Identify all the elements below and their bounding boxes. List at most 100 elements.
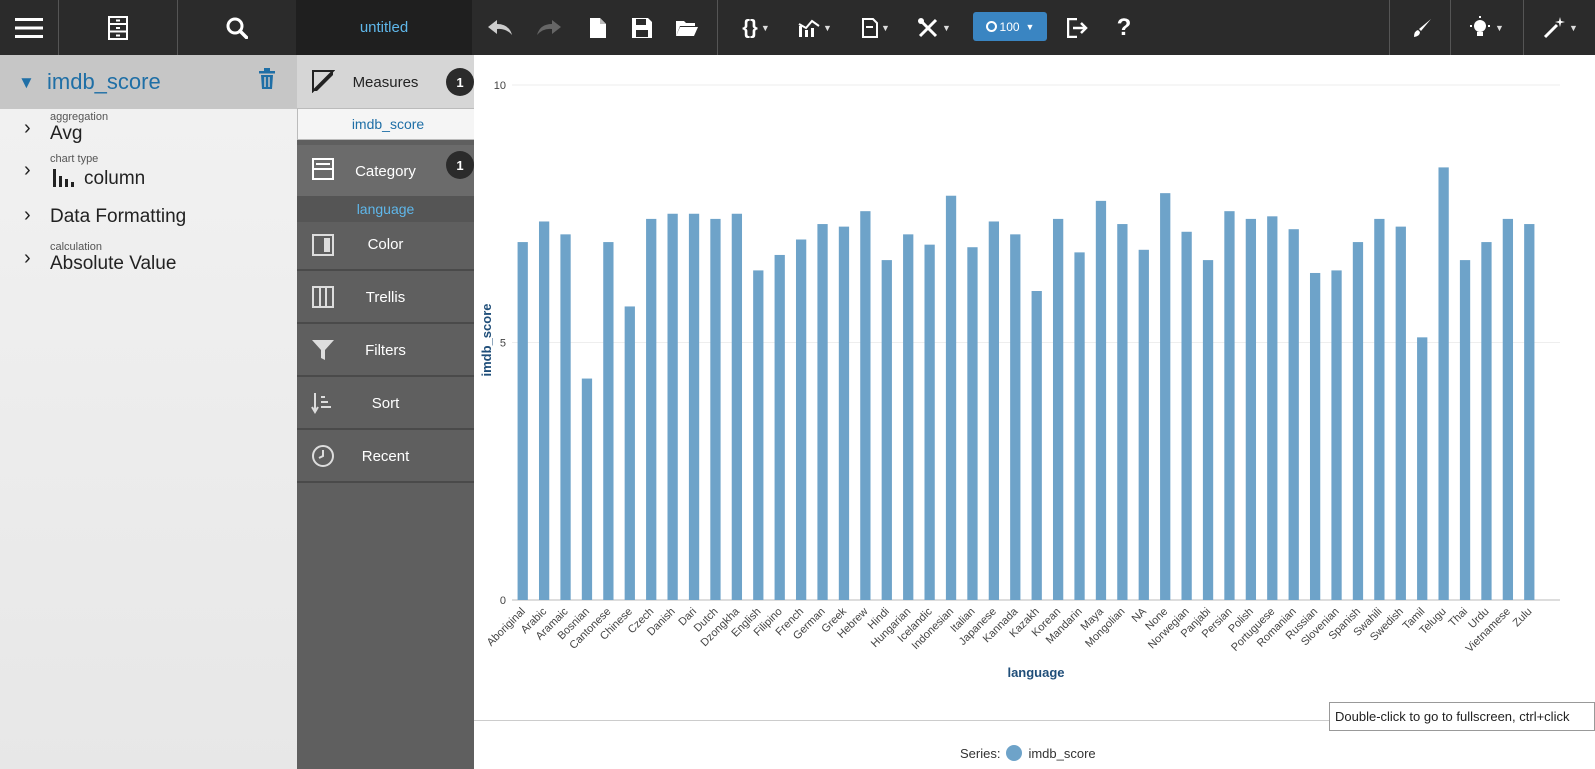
bar-tamil[interactable] [1417, 337, 1428, 600]
bar-russian[interactable] [1309, 272, 1321, 600]
bar-hindi[interactable] [881, 260, 892, 600]
filters-section[interactable]: Filters [297, 324, 474, 376]
bar-arabic[interactable] [538, 221, 550, 600]
bar-dari[interactable] [688, 213, 700, 600]
chevron-right-icon: › [24, 159, 31, 181]
help-button[interactable]: ? [1112, 14, 1136, 42]
chevron-right-icon: › [24, 117, 31, 139]
chart-type-menu-button[interactable]: ▼ [794, 14, 836, 42]
bar-urdu[interactable] [1481, 242, 1492, 600]
calculation-property[interactable]: › calculation Absolute Value [0, 241, 297, 281]
bar-mongolian[interactable] [1117, 224, 1128, 601]
bar-aramaic[interactable] [560, 234, 571, 600]
measure-header[interactable]: ▼ imdb_score [0, 55, 297, 109]
new-file-icon [590, 18, 606, 38]
trash-icon[interactable] [258, 68, 276, 90]
bar-hebrew[interactable] [860, 211, 871, 601]
chevron-right-icon: › [24, 247, 31, 269]
fullscreen-hint-tooltip: Double-click to go to fullscreen, ctrl+c… [1329, 702, 1595, 731]
category-field-pill[interactable]: language [297, 196, 474, 222]
trellis-section[interactable]: Trellis [297, 271, 474, 323]
chart-type-property[interactable]: › chart type column [0, 153, 297, 197]
aggregation-property[interactable]: › aggregation Avg [0, 111, 297, 151]
export-button[interactable] [1064, 14, 1092, 42]
bar-hungarian[interactable] [903, 234, 914, 600]
zoom-level-dropdown[interactable]: 100 ▼ [973, 12, 1047, 41]
bar-na[interactable] [1138, 249, 1149, 601]
search-button[interactable] [178, 0, 296, 55]
open-folder-button[interactable] [673, 14, 701, 42]
bar-czech[interactable] [646, 218, 657, 600]
bar-aboriginal[interactable] [517, 242, 528, 600]
data-formatting-property[interactable]: › Data Formatting [0, 203, 297, 231]
bar-maya[interactable] [1095, 200, 1107, 600]
bar-thai[interactable] [1459, 260, 1471, 600]
bar-none[interactable] [1160, 193, 1171, 600]
tools-menu-button[interactable]: ▼ [912, 14, 956, 42]
bar-zulu[interactable] [1524, 224, 1535, 601]
question-mark-icon: ? [1116, 14, 1132, 41]
save-button[interactable] [629, 14, 655, 42]
paint-brush-button[interactable] [1408, 14, 1436, 42]
bar-italian[interactable] [967, 247, 978, 600]
bar-panjabi[interactable] [1202, 260, 1214, 600]
series-legend[interactable]: Series: imdb_score [960, 743, 1096, 763]
insights-menu-button[interactable]: ▼ [1462, 14, 1510, 42]
braces-icon: {} [742, 16, 758, 39]
hamburger-icon [15, 17, 43, 38]
filters-label: Filters [365, 342, 406, 359]
zoom-level-value: 100 [999, 19, 1020, 34]
bar-norwegian[interactable] [1181, 231, 1192, 600]
bar-vietnamese[interactable] [1502, 218, 1514, 600]
bar-kannada[interactable] [1010, 234, 1021, 600]
calculation-caption: calculation [50, 241, 102, 253]
bar-bosnian[interactable] [581, 378, 593, 600]
bar-greek[interactable] [838, 226, 850, 600]
y-axis-label: imdb_score [479, 304, 494, 377]
bar-dutch[interactable] [710, 218, 721, 600]
page-icon [862, 18, 879, 38]
bar-persian[interactable] [1224, 211, 1235, 601]
file-title[interactable]: untitled [296, 0, 472, 55]
data-sources-button[interactable] [59, 0, 177, 55]
bar-korean[interactable] [1052, 218, 1064, 600]
bar-chinese[interactable] [624, 306, 635, 600]
chart-area[interactable]: 0 5 10 Aboriginal Arabic Aramaic Bosnian Canto… [474, 55, 1595, 769]
column-chart: 0510 AboriginalArabicAramaicBosnianCanto… [479, 80, 1560, 680]
bar-spanish[interactable] [1352, 242, 1364, 600]
collapse-triangle-icon[interactable]: ▼ [18, 73, 35, 93]
sort-section[interactable]: Sort [297, 377, 474, 429]
redo-button[interactable] [533, 14, 565, 42]
bar-dzongkha[interactable] [731, 213, 743, 600]
bar-polish[interactable] [1245, 218, 1257, 600]
bar-japanese[interactable] [988, 221, 1000, 600]
bar-french[interactable] [795, 239, 807, 601]
bar-slovenian[interactable] [1331, 270, 1342, 600]
bar-kazakh[interactable] [1031, 291, 1042, 600]
bar-indonesian[interactable] [945, 195, 957, 600]
bar-cantonese[interactable] [603, 242, 614, 600]
measure-field-pill[interactable]: imdb_score [297, 108, 499, 140]
recent-section[interactable]: Recent [297, 430, 474, 482]
magic-wand-menu-button[interactable]: ▼ [1536, 14, 1584, 42]
bar-swedish[interactable] [1395, 226, 1406, 600]
bar-swahili[interactable] [1374, 218, 1385, 600]
bar-mandarin[interactable] [1074, 252, 1085, 600]
page-menu-button[interactable]: ▼ [856, 14, 896, 42]
search-icon [226, 17, 248, 39]
code-menu-button[interactable]: {} ▼ [734, 14, 778, 42]
bar-filipino[interactable] [774, 254, 785, 600]
x-axis-label: language [1007, 665, 1064, 680]
bar-danish[interactable] [667, 213, 678, 600]
bar-romanian[interactable] [1288, 229, 1299, 600]
bar-german[interactable] [817, 224, 828, 601]
bar-icelandic[interactable] [924, 244, 935, 600]
hamburger-menu-button[interactable] [0, 0, 58, 55]
bar-telugu[interactable] [1438, 167, 1449, 600]
color-section[interactable]: Color [297, 220, 474, 270]
bar-english[interactable] [753, 270, 764, 600]
bar-portuguese[interactable] [1267, 216, 1278, 600]
badge-icon [985, 21, 997, 32]
undo-button[interactable] [484, 14, 516, 42]
new-file-button[interactable] [586, 14, 610, 42]
